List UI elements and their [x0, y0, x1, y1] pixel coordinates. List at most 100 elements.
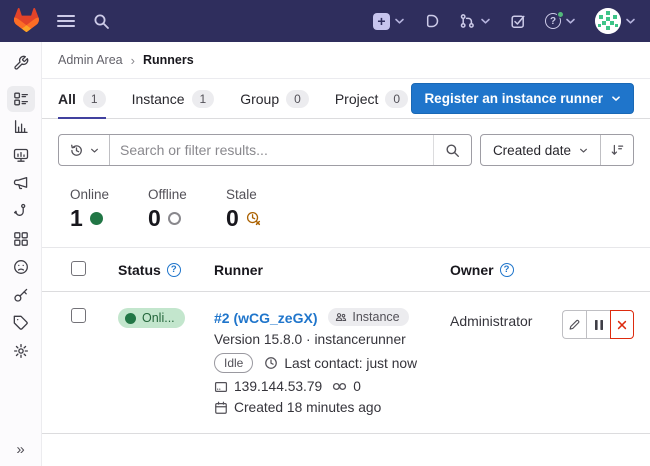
stat-offline: Offline 0 [148, 187, 200, 232]
tag-icon [13, 315, 29, 331]
link-icon [332, 381, 347, 392]
status-badge: Onli... [118, 308, 185, 328]
sidebar-item-hooks[interactable] [7, 198, 35, 224]
new-menu-button[interactable]: + [373, 13, 405, 30]
chevron-down-icon [579, 147, 588, 154]
runner-summary-cell: #2 (wCG_zeGX) Instance Version 15.8.0 · … [214, 308, 450, 415]
grid-icon [13, 231, 29, 247]
issues-icon[interactable] [424, 13, 440, 29]
delete-x-icon [616, 319, 628, 331]
stat-online: Online 1 [70, 187, 122, 232]
chevron-down-icon [625, 17, 636, 25]
sort-descending-icon [610, 143, 624, 157]
owner-cell[interactable]: Administrator [450, 308, 560, 329]
row-actions [560, 308, 634, 339]
runners-table-header: Status ? Runner Owner ? [42, 248, 650, 292]
chevron-down-icon [611, 95, 621, 102]
tab-instance-count: 1 [192, 90, 215, 108]
breadcrumb: Admin Area › Runners [42, 42, 650, 79]
overview-icon [13, 91, 29, 107]
status-help-icon[interactable]: ? [167, 263, 181, 277]
people-icon [335, 311, 347, 323]
hamburger-menu-icon[interactable] [57, 14, 75, 28]
chevron-down-icon [394, 17, 405, 25]
sad-face-icon [13, 259, 29, 275]
recent-searches-button[interactable] [59, 135, 110, 165]
sidebar-item-labels[interactable] [7, 310, 35, 336]
sidebar-item-analytics[interactable] [7, 114, 35, 140]
sidebar-item-monitoring[interactable] [7, 142, 35, 168]
avatar [595, 8, 621, 34]
related-count: 0 [353, 379, 361, 394]
plus-icon: + [373, 13, 390, 30]
tab-group-count: 0 [286, 90, 309, 108]
edit-runner-button[interactable] [562, 310, 586, 339]
pause-icon [594, 319, 604, 331]
online-dot-icon [90, 212, 103, 225]
breadcrumb-runners: Runners [143, 53, 194, 67]
online-dot-icon [125, 313, 136, 324]
select-all-checkbox[interactable] [71, 261, 86, 276]
runner-name-link[interactable]: #2 (wCG_zeGX) [214, 310, 317, 326]
tab-instance[interactable]: Instance 1 [132, 79, 215, 118]
chevron-right-icon: › [131, 53, 135, 68]
megaphone-icon [13, 175, 29, 191]
delete-runner-button[interactable] [610, 310, 634, 339]
chevron-down-icon [565, 17, 576, 25]
last-contact-text: Last contact: just now [284, 356, 417, 371]
sidebar-item-abuse-reports[interactable] [7, 254, 35, 280]
tab-group[interactable]: Group 0 [240, 79, 309, 118]
todos-icon[interactable] [510, 13, 526, 29]
runner-type-tabs: All 1 Instance 1 Group 0 Project 0 Regis… [42, 79, 650, 119]
sidebar-item-settings[interactable] [7, 338, 35, 364]
stale-clock-icon [246, 211, 261, 226]
runner-type-badge: Instance [328, 308, 408, 326]
stat-stale: Stale 0 [226, 187, 278, 232]
main-content: Admin Area › Runners All 1 Instance 1 Gr… [42, 42, 650, 466]
wrench-icon [13, 55, 29, 71]
collapse-sidebar-icon[interactable]: » [16, 441, 24, 458]
sidebar-item-deploy-keys[interactable] [7, 282, 35, 308]
notification-dot [557, 11, 564, 18]
runner-version: Version 15.8.0 · instancerunner [214, 332, 450, 347]
top-navbar: + ? [0, 0, 650, 42]
help-menu-button[interactable]: ? [545, 13, 576, 29]
search-icon [445, 143, 460, 158]
offline-circle-icon [168, 212, 181, 225]
pause-runner-button[interactable] [586, 310, 610, 339]
merge-requests-icon[interactable] [459, 13, 491, 29]
search-input[interactable] [110, 142, 433, 158]
sidebar-item-overview[interactable] [7, 86, 35, 112]
clock-icon [264, 356, 278, 370]
tab-project[interactable]: Project 0 [335, 79, 408, 118]
runner-status-summary: Online 1 Offline 0 Stale 0 [42, 166, 650, 248]
tab-all-count: 1 [83, 90, 106, 108]
breadcrumb-admin-area[interactable]: Admin Area [58, 53, 123, 67]
sort-direction-button[interactable] [600, 135, 633, 165]
pencil-icon [568, 318, 581, 331]
sort-by-dropdown[interactable]: Created date [481, 135, 600, 165]
tab-all[interactable]: All 1 [58, 79, 106, 118]
register-instance-runner-button[interactable]: Register an instance runner [411, 83, 634, 114]
owner-help-icon[interactable]: ? [500, 263, 514, 277]
history-icon [69, 143, 84, 158]
search-submit-icon[interactable] [433, 135, 471, 165]
bar-chart-icon [13, 119, 29, 135]
monitor-icon [13, 147, 29, 163]
sidebar-item-applications[interactable] [7, 226, 35, 252]
search-icon[interactable] [93, 13, 110, 30]
created-ago-text: Created 18 minutes ago [234, 400, 381, 415]
search-filter-box [58, 134, 472, 166]
admin-sidebar: » [0, 42, 42, 466]
sidebar-item-messages[interactable] [7, 170, 35, 196]
user-menu-button[interactable] [595, 8, 636, 34]
gitlab-logo-icon[interactable] [14, 8, 39, 35]
runner-ip-address: 139.144.53.79 [234, 379, 322, 394]
filter-bar: Created date [58, 134, 634, 166]
key-icon [13, 287, 29, 303]
gear-icon [13, 343, 29, 359]
hook-icon [13, 203, 29, 219]
chevron-down-icon [90, 147, 99, 154]
sidebar-item-admin-wrench[interactable] [7, 50, 35, 76]
row-select-checkbox[interactable] [71, 308, 86, 323]
